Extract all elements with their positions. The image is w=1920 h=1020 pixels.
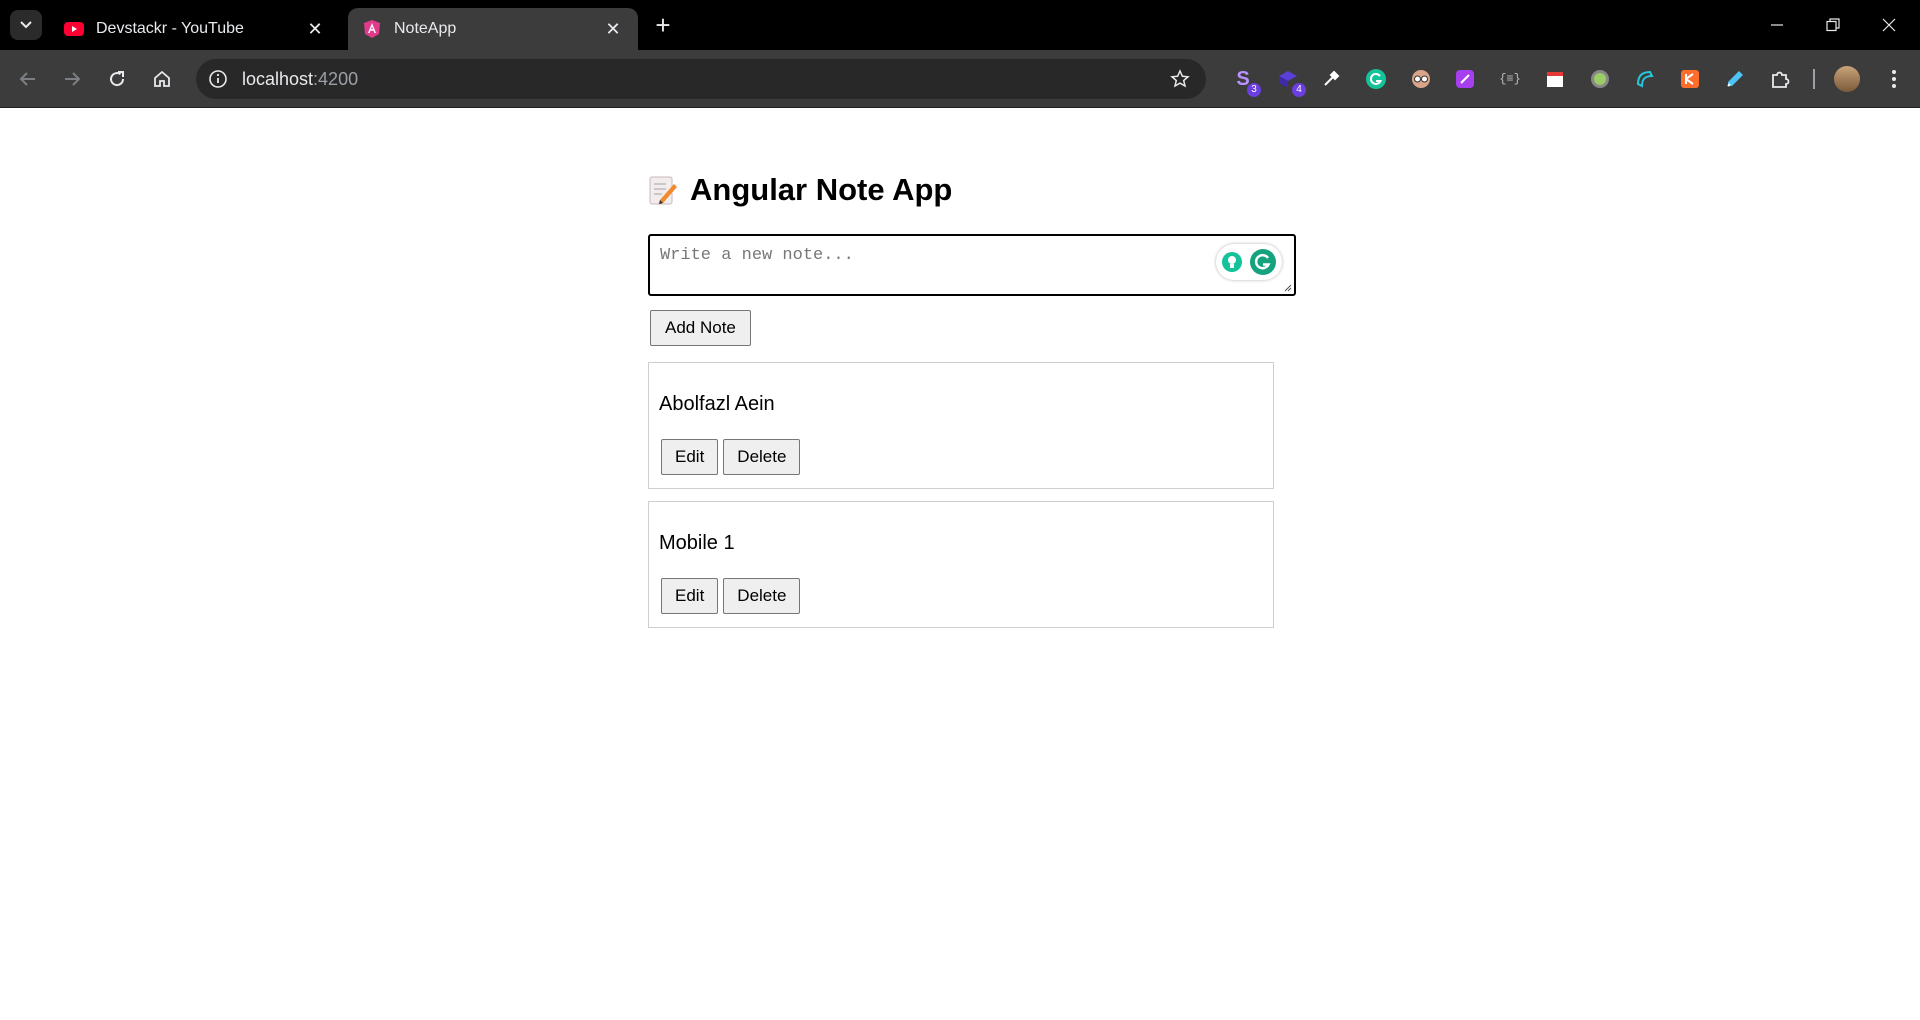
extension-badge: 4: [1292, 83, 1306, 97]
lightbulb-icon[interactable]: [1221, 251, 1243, 273]
add-note-button[interactable]: Add Note: [650, 310, 751, 346]
address-bar[interactable]: localhost:4200: [196, 59, 1206, 99]
page-title: Angular Note App: [648, 168, 1298, 212]
note-actions: Edit Delete: [661, 578, 801, 614]
json-extension-icon[interactable]: {≡}: [1496, 65, 1524, 93]
minimize-button[interactable]: [1754, 10, 1800, 40]
orange-extension-icon[interactable]: [1676, 65, 1704, 93]
cube-extension-icon[interactable]: 4: [1274, 65, 1306, 97]
note-text: Abolfazl Aein: [659, 393, 775, 415]
reload-icon: [110, 71, 125, 87]
spy-extension-icon[interactable]: [1407, 65, 1435, 93]
close-window-button[interactable]: [1866, 10, 1912, 40]
note-input-wrapper: [648, 234, 1296, 296]
tab-search-button[interactable]: [10, 10, 42, 40]
site-info-icon[interactable]: [206, 67, 230, 91]
teal-extension-icon[interactable]: [1631, 65, 1659, 93]
menu-button[interactable]: [1878, 63, 1910, 95]
delete-button[interactable]: Delete: [723, 439, 801, 475]
close-icon: [1882, 18, 1896, 32]
purple-extension-icon[interactable]: [1451, 65, 1479, 93]
bookmark-star-icon[interactable]: [1168, 67, 1192, 91]
toolbar-separator: [1813, 69, 1815, 89]
note-input[interactable]: [650, 236, 1294, 294]
delete-button[interactable]: Delete: [723, 578, 801, 614]
grammarly-widget[interactable]: [1216, 244, 1282, 280]
s-extension-icon[interactable]: S3: [1229, 65, 1261, 97]
memo-icon: [648, 174, 678, 206]
url-text: localhost:4200: [242, 69, 358, 90]
home-icon: [154, 70, 170, 87]
circle-extension-icon[interactable]: [1586, 65, 1614, 93]
color-picker-icon[interactable]: [1317, 65, 1345, 93]
grammarly-icon[interactable]: [1249, 248, 1277, 276]
tab-title: Devstackr - YouTube: [96, 20, 244, 37]
youtube-icon: [64, 19, 84, 39]
back-button[interactable]: [12, 63, 44, 95]
url-port: :4200: [313, 69, 359, 89]
calendar-extension-icon[interactable]: [1541, 65, 1569, 93]
highlighter-extension-icon[interactable]: [1721, 65, 1749, 93]
home-button[interactable]: [146, 63, 178, 95]
restore-button[interactable]: [1810, 10, 1856, 40]
tab-title: NoteApp: [394, 20, 457, 37]
new-tab-button[interactable]: +: [650, 12, 676, 38]
angular-icon: [362, 19, 382, 39]
note-text: Mobile 1: [659, 532, 735, 554]
tab-youtube[interactable]: Devstackr - YouTube ✕: [50, 8, 340, 50]
app-title-text: Angular Note App: [690, 172, 953, 207]
browser-toolbar: localhost:4200 S3 4 {≡}: [0, 50, 1920, 108]
minimize-icon: [1771, 24, 1783, 26]
note-actions: Edit Delete: [661, 439, 801, 475]
arrow-right-icon: [65, 72, 81, 86]
note-card: Abolfazl Aein Edit Delete: [648, 362, 1274, 489]
edit-button[interactable]: Edit: [661, 439, 719, 475]
close-icon[interactable]: ✕: [602, 18, 624, 40]
url-host: localhost: [242, 69, 314, 89]
reload-button[interactable]: [101, 63, 133, 95]
edit-button[interactable]: Edit: [661, 578, 719, 614]
tab-strip: Devstackr - YouTube ✕ NoteApp ✕ +: [0, 0, 1920, 50]
more-vert-icon: [1892, 70, 1896, 88]
grammarly-extension-icon[interactable]: [1362, 65, 1390, 93]
note-card: Mobile 1 Edit Delete: [648, 501, 1274, 628]
close-icon[interactable]: ✕: [304, 18, 326, 40]
puzzle-extensions-icon[interactable]: [1766, 65, 1794, 93]
tab-noteapp[interactable]: NoteApp ✕: [348, 8, 638, 50]
profile-avatar[interactable]: [1834, 66, 1860, 92]
arrow-left-icon: [19, 72, 35, 86]
chevron-down-icon: [20, 21, 32, 29]
note-app: Angular Note App Add Note Abolfazl Aein …: [648, 168, 1298, 628]
resize-handle-icon[interactable]: [1284, 284, 1292, 292]
restore-icon: [1826, 18, 1840, 32]
forward-button[interactable]: [56, 63, 88, 95]
extension-badge: 3: [1247, 83, 1261, 97]
